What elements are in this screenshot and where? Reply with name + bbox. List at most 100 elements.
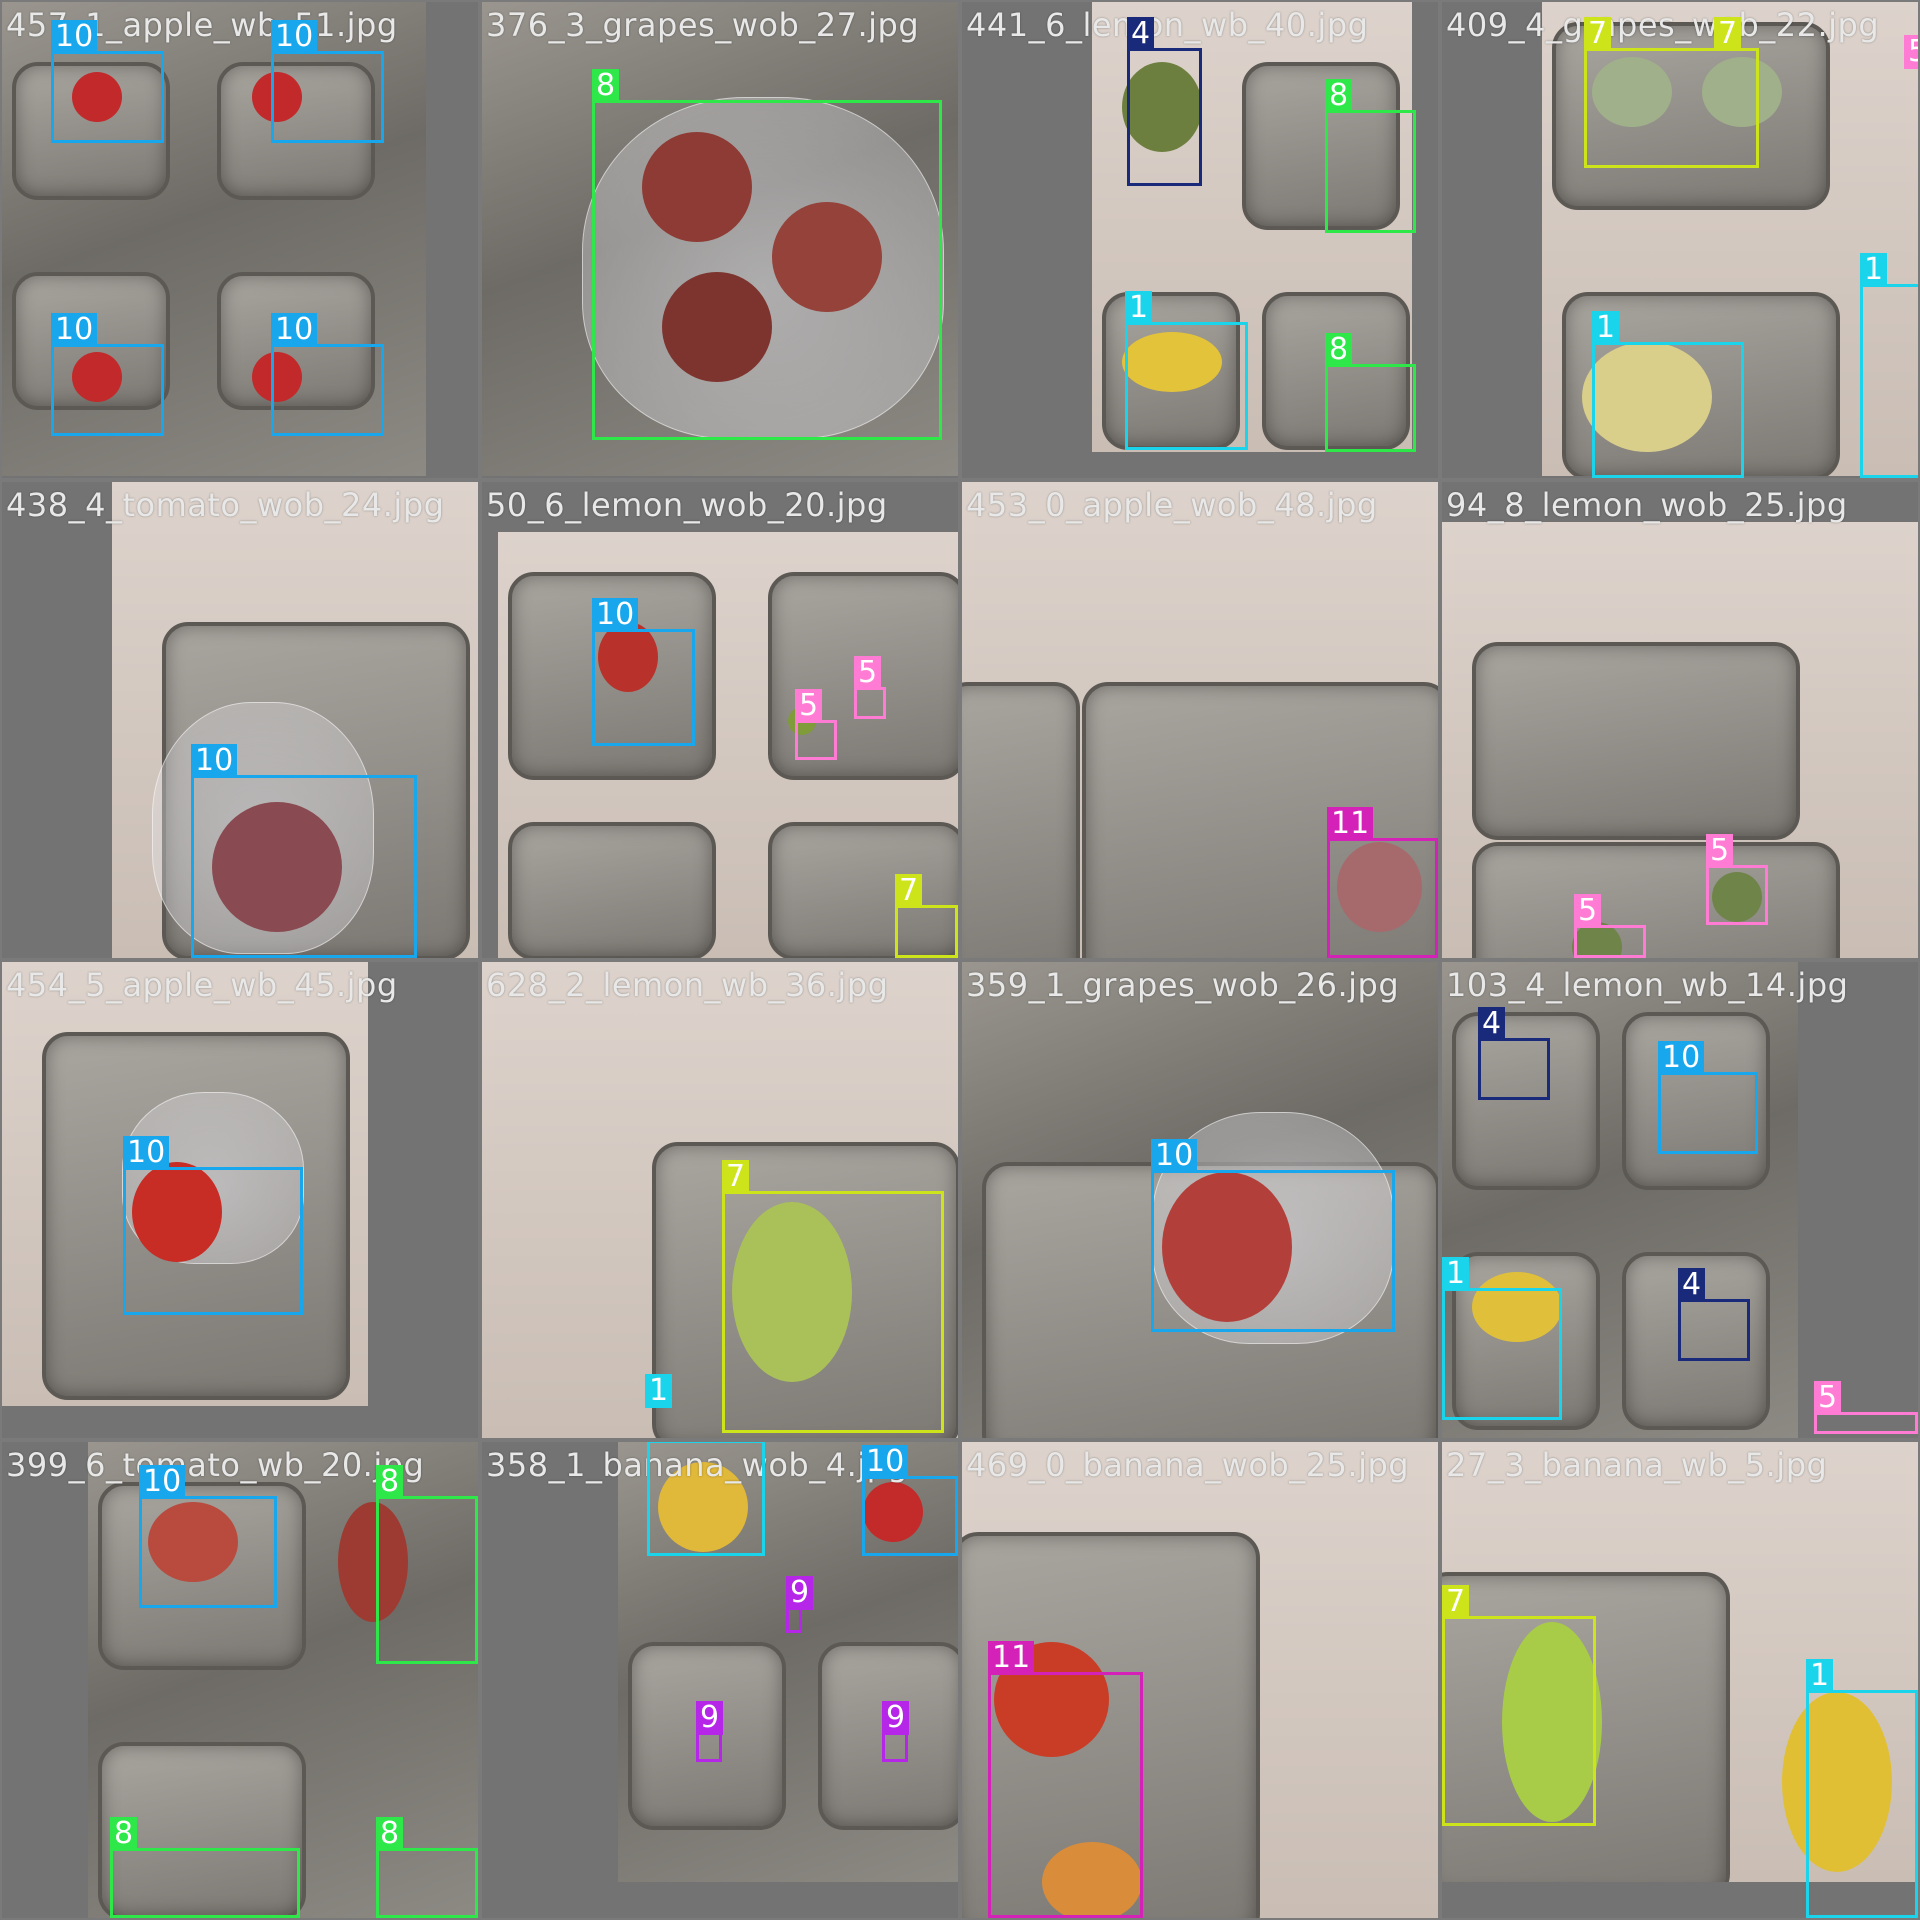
detection-box: 1 — [1442, 1257, 1562, 1420]
class-label: 8 — [592, 69, 620, 103]
detection-box: 8 — [376, 1465, 478, 1664]
class-label: 8 — [1325, 79, 1353, 113]
detection-box: 8 — [110, 1817, 300, 1918]
class-label: 8 — [376, 1817, 404, 1851]
image-tile: 453_0_apple_wob_48.jpg 11 — [962, 482, 1438, 958]
image-filename: 453_0_apple_wob_48.jpg — [966, 486, 1378, 524]
class-label: 11 — [988, 1641, 1035, 1675]
image-filename: 441_6_lemon_wb_40.jpg — [966, 6, 1369, 44]
detection-box: 5 — [795, 689, 837, 760]
class-label: 11 — [1327, 807, 1374, 841]
class-label: 10 — [191, 744, 238, 778]
class-label: 8 — [110, 1817, 138, 1851]
detection-box: 7 — [895, 874, 958, 958]
detection-box: 1 — [1806, 1659, 1918, 1918]
class-label: 4 — [1478, 1007, 1506, 1041]
detection-box: 10 — [191, 744, 417, 958]
image-filename: 399_6_tomato_wb_20.jpg — [6, 1446, 425, 1484]
image-tile: 94_8_lemon_wob_25.jpg 5 5 — [1442, 482, 1918, 958]
detection-box: 1 — [1860, 253, 1918, 478]
detection-box: 5 — [854, 656, 886, 719]
image-tile: 376_3_grapes_wob_27.jpg 8 — [482, 2, 958, 478]
image-filename: 628_2_lemon_wb_36.jpg — [486, 966, 889, 1004]
image-tile: 409_4_grapes_wob_22.jpg 7 7 5 1 1 — [1442, 2, 1918, 478]
image-filename: 94_8_lemon_wob_25.jpg — [1446, 486, 1848, 524]
image-tile: 358_1_banana_wob_4.jpg 10 9 9 9 — [482, 1442, 958, 1918]
image-tile: 399_6_tomato_wb_20.jpg 10 8 8 8 — [2, 1442, 478, 1918]
detection-box: 11 — [1327, 807, 1438, 958]
detection-box: 5 — [1706, 834, 1768, 925]
detection-box: 1 — [1592, 311, 1744, 478]
detection-box: 4 — [1678, 1268, 1750, 1361]
detection-box: 8 — [592, 69, 942, 440]
image-filename: 50_6_lemon_wob_20.jpg — [486, 486, 888, 524]
image-filename: 409_4_grapes_wob_22.jpg — [1446, 6, 1880, 44]
detection-box: 10 — [123, 1136, 303, 1315]
detection-box: 7 — [1714, 17, 1759, 78]
image-filename: 469_0_banana_wob_25.jpg — [966, 1446, 1410, 1484]
image-tile: 50_6_lemon_wob_20.jpg 10 5 5 7 — [482, 482, 958, 958]
image-tile: 27_3_banana_wb_5.jpg 7 1 — [1442, 1442, 1918, 1918]
class-label: 1 — [1592, 311, 1620, 345]
class-label: 4 — [1127, 17, 1155, 51]
class-label: 9 — [882, 1701, 910, 1735]
class-label: 5 — [1814, 1381, 1842, 1415]
class-label: 1 — [1125, 291, 1153, 325]
detection-box: 10 — [139, 1465, 277, 1608]
class-label: 8 — [1325, 333, 1353, 367]
class-label: 10 — [271, 20, 318, 54]
class-label: 1 — [645, 1374, 673, 1408]
tray — [1472, 642, 1800, 840]
mosaic-grid: 457_1_apple_wb_51.jpg 10 10 10 10 376_3_… — [0, 0, 1920, 1920]
image-tile: 628_2_lemon_wb_36.jpg 7 1 — [482, 962, 958, 1438]
image-tile: 469_0_banana_wob_25.jpg 11 — [962, 1442, 1438, 1918]
image-filename: 438_4_tomato_wob_24.jpg — [6, 486, 445, 524]
detection-box: 10 — [1151, 1139, 1395, 1332]
class-label: 9 — [786, 1576, 814, 1610]
image-tile: 359_1_grapes_wob_26.jpg 10 — [962, 962, 1438, 1438]
detection-box: 8 — [376, 1817, 478, 1918]
class-label: 1 — [1442, 1257, 1470, 1291]
detection-box: 10 — [51, 20, 164, 143]
detection-box: 9 — [882, 1701, 910, 1762]
detection-box: 10 — [271, 313, 384, 436]
photo — [1442, 522, 1918, 958]
class-label: 5 — [854, 656, 882, 690]
class-label: 10 — [271, 313, 318, 347]
detection-box: 5 — [1574, 894, 1646, 958]
detection-box: 7 — [1442, 1585, 1596, 1826]
detection-box: 9 — [696, 1701, 724, 1762]
class-label: 5 — [1904, 35, 1918, 69]
detection-box: 10 — [1658, 1041, 1758, 1154]
class-label: 10 — [592, 598, 639, 632]
detection-box: 5 — [1904, 35, 1918, 86]
detection-box: 4 — [1478, 1007, 1550, 1100]
detection-box: 5 — [1814, 1381, 1918, 1434]
detection-box — [647, 1442, 765, 1556]
detection-box: 8 — [1325, 333, 1416, 452]
class-label: 9 — [696, 1701, 724, 1735]
detection-box: 8 — [1325, 79, 1416, 233]
class-label: 7 — [722, 1160, 750, 1194]
image-filename: 376_3_grapes_wob_27.jpg — [486, 6, 920, 44]
detection-box: 1 — [1125, 291, 1248, 450]
class-label: 10 — [139, 1465, 186, 1499]
image-filename: 454_5_apple_wb_45.jpg — [6, 966, 398, 1004]
detection-box: 10 — [862, 1445, 958, 1556]
detection-box: 10 — [51, 313, 164, 436]
image-tile: 103_4_lemon_wb_14.jpg 4 10 1 4 5 — [1442, 962, 1918, 1438]
detection-box: 9 — [786, 1576, 814, 1633]
class-label: 1 — [1860, 253, 1888, 287]
image-tile: 441_6_lemon_wb_40.jpg 4 8 1 8 — [962, 2, 1438, 478]
tray — [1472, 842, 1840, 958]
photo — [498, 532, 958, 958]
detection-box: 10 — [592, 598, 695, 746]
class-label: 4 — [1678, 1268, 1706, 1302]
detection-box: 7 — [722, 1160, 944, 1433]
image-tile: 457_1_apple_wb_51.jpg 10 10 10 10 — [2, 2, 478, 478]
detection-box: 10 — [271, 20, 384, 143]
image-filename: 359_1_grapes_wob_26.jpg — [966, 966, 1400, 1004]
class-label: 7 — [1442, 1585, 1470, 1619]
image-filename: 27_3_banana_wb_5.jpg — [1446, 1446, 1828, 1484]
class-label: 10 — [862, 1445, 909, 1479]
